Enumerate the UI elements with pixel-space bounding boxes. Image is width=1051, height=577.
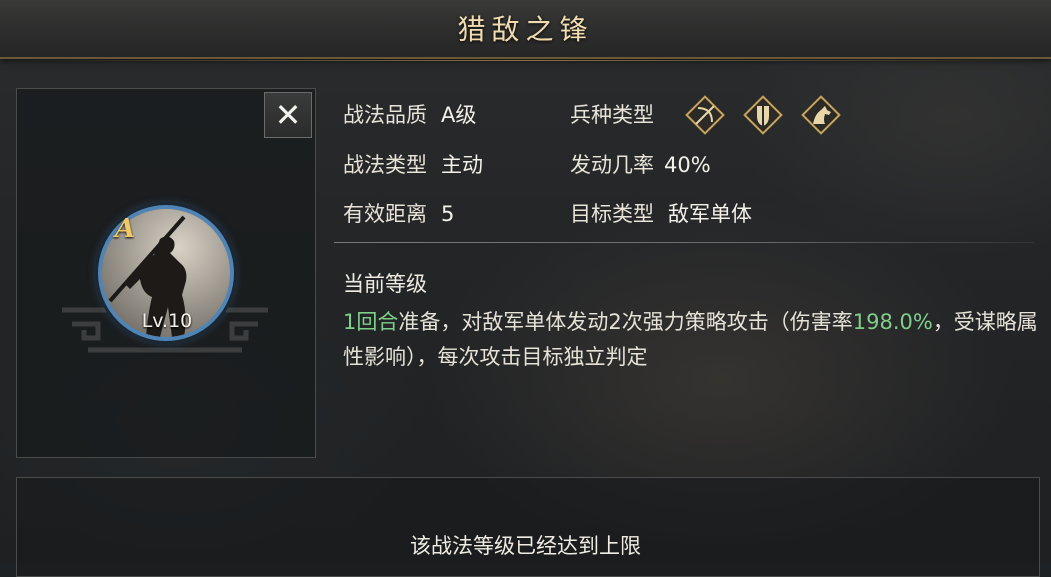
close-button[interactable]: ✕ xyxy=(264,92,312,138)
range-value: 5 xyxy=(441,202,455,226)
cavalry-icon[interactable] xyxy=(800,94,842,136)
troop-row: 兵种类型 xyxy=(570,99,654,129)
rate-row: 发动几率 40% xyxy=(570,149,711,179)
level-label: Lv.10 xyxy=(141,310,193,332)
desc-rounds: 1回合 xyxy=(343,310,399,334)
title-bar: 猎敌之锋 xyxy=(0,0,1051,61)
type-value: 主动 xyxy=(441,153,483,177)
type-label: 战法类型 xyxy=(343,153,427,177)
target-row: 目标类型 敌军单体 xyxy=(570,198,752,228)
target-value: 敌军单体 xyxy=(668,202,752,226)
quality-label: 战法品质 xyxy=(343,103,427,127)
current-level-title: 当前等级 xyxy=(343,272,427,296)
archer-icon[interactable] xyxy=(684,94,726,136)
range-row: 有效距离 5 xyxy=(343,198,454,228)
type-row: 战法类型 主动 xyxy=(343,149,483,179)
rate-value: 40% xyxy=(664,153,711,177)
skill-description: 1回合准备，对敌军单体发动2次强力策略攻击（伤害率198.0%，受谋略属性影响）… xyxy=(343,305,1043,375)
desc-damage-rate: 198.0% xyxy=(852,310,933,334)
troop-label: 兵种类型 xyxy=(570,103,654,127)
rate-label: 发动几率 xyxy=(570,153,654,177)
shield-icon[interactable] xyxy=(742,94,784,136)
desc-part-1: 准备，对敌军单体发动2次强力策略攻击（伤害率 xyxy=(398,310,853,334)
target-label: 目标类型 xyxy=(570,202,654,226)
quality-value: A级 xyxy=(441,103,477,127)
range-label: 有效距离 xyxy=(343,202,427,226)
page-title: 猎敌之锋 xyxy=(457,13,594,46)
quality-row: 战法品质 A级 xyxy=(343,99,476,129)
close-icon: ✕ xyxy=(274,96,302,134)
upgrade-panel xyxy=(16,477,1040,577)
divider xyxy=(334,242,1034,243)
troop-icons xyxy=(684,94,842,136)
max-level-note: 该战法等级已经达到上限 xyxy=(410,534,641,558)
grade-badge: A xyxy=(115,214,136,244)
